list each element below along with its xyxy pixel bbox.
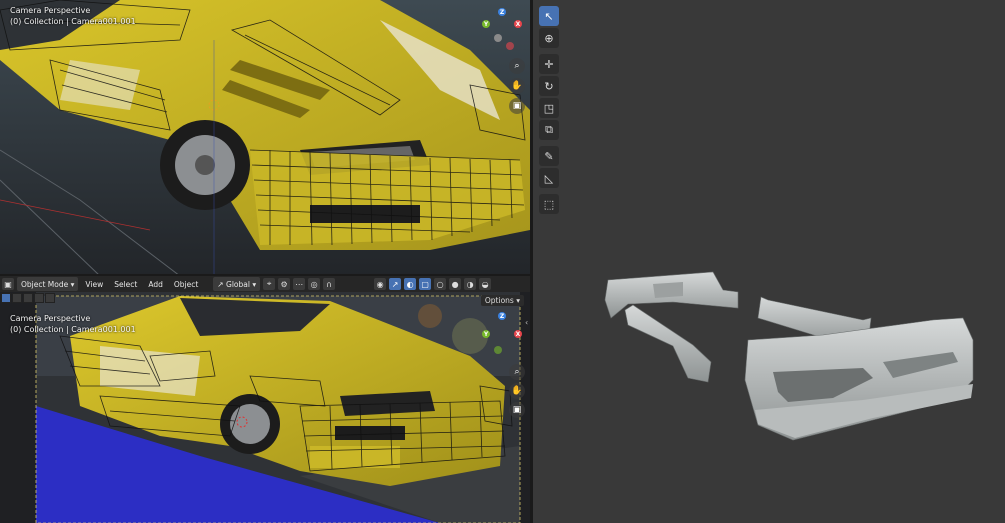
car-reference-scene (0, 0, 530, 276)
zoom-icon[interactable]: ⌕ (509, 364, 525, 380)
menu-select[interactable]: Select (110, 277, 141, 291)
shading-material-icon[interactable]: ◑ (464, 278, 477, 290)
select-new-icon[interactable] (1, 293, 11, 303)
menu-view[interactable]: View (81, 277, 107, 291)
move-icon[interactable]: ✛ (539, 54, 559, 74)
select-invert-icon[interactable] (34, 293, 44, 303)
x-axis-icon[interactable]: X (514, 20, 522, 28)
shading-rendered-icon[interactable]: ◒ (479, 278, 492, 290)
scale-icon[interactable]: ◳ (539, 98, 559, 118)
overlay-icon[interactable]: ◐ (404, 278, 417, 290)
measure-icon[interactable]: ◺ (539, 168, 559, 188)
zoom-icon[interactable]: ⌕ (509, 58, 525, 74)
navigation-gizmo[interactable]: Z X Y (478, 6, 526, 54)
rotate-icon[interactable]: ↻ (539, 76, 559, 96)
neg-axis-icon[interactable] (494, 346, 502, 354)
transform-icon[interactable]: ⧉ (539, 120, 559, 140)
sidebar-toggle-icon[interactable]: ‹ (525, 318, 528, 327)
add-cube-icon[interactable]: ⬚ (539, 194, 559, 214)
xray-icon[interactable]: ▢ (419, 278, 432, 290)
select-subtract-icon[interactable] (23, 293, 33, 303)
z-axis-icon[interactable]: Z (498, 312, 506, 320)
orientation-label: Global (226, 279, 250, 289)
navigation-gizmo[interactable]: Z X Y (478, 310, 526, 358)
viewport-title: Camera Perspective (10, 6, 91, 15)
gizmo-icon[interactable]: ↗ (389, 278, 402, 290)
viewport-header: ▣ Object Mode ▾ View Select Add Object ↗… (0, 276, 530, 292)
selection-mode-buttons (1, 293, 55, 303)
options-dropdown[interactable]: Options ▾ (480, 295, 524, 306)
select-box-icon[interactable]: ↖ (539, 6, 559, 26)
pivot-icon[interactable]: ⌖ (263, 278, 276, 290)
z-axis-icon[interactable]: Z (498, 8, 506, 16)
y-axis-icon[interactable]: Y (482, 20, 490, 28)
annotate-icon[interactable]: ✎ (539, 146, 559, 166)
menu-object[interactable]: Object (170, 277, 202, 291)
options-label: Options (484, 296, 514, 305)
orientation-dropdown[interactable]: ↗ Global ▾ (213, 277, 261, 291)
neg-axis-icon[interactable] (506, 42, 514, 50)
right-viewport[interactable] (533, 0, 1005, 523)
mode-dropdown[interactable]: Object Mode ▾ (17, 277, 79, 291)
editor-type-icon[interactable]: ▣ (2, 278, 14, 290)
viewport-collection: (0) Collection | Camera001.001 (10, 17, 136, 26)
y-axis-icon[interactable]: Y (482, 330, 490, 338)
snap-target-icon[interactable]: ⋯ (293, 278, 306, 290)
viewport-collection: (0) Collection | Camera001.001 (10, 325, 136, 334)
pan-hand-icon[interactable]: ✋ (509, 383, 525, 399)
bodykit-parts-scene (604, 271, 974, 441)
neg-axis-icon[interactable] (494, 34, 502, 42)
visibility-icon[interactable]: ◉ (374, 278, 387, 290)
falloff-icon[interactable]: ∩ (323, 278, 336, 290)
snap-icon[interactable]: ⚙ (278, 278, 291, 290)
menu-add[interactable]: Add (144, 277, 167, 291)
top-viewport[interactable]: Camera Perspective (0) Collection | Came… (0, 0, 530, 276)
x-axis-icon[interactable]: X (514, 330, 522, 338)
shading-wireframe-icon[interactable]: ○ (434, 278, 447, 290)
pan-hand-icon[interactable]: ✋ (509, 78, 525, 94)
cursor-icon[interactable]: ⊕ (539, 28, 559, 48)
select-extend-icon[interactable] (12, 293, 22, 303)
shading-solid-icon[interactable]: ● (449, 278, 462, 290)
viewport-title: Camera Perspective (10, 314, 91, 323)
mode-label: Object Mode (21, 279, 69, 289)
bottom-viewport[interactable]: ▣ Object Mode ▾ View Select Add Object ↗… (0, 276, 530, 523)
select-intersect-icon[interactable] (45, 293, 55, 303)
proportional-edit-icon[interactable]: ◎ (308, 278, 321, 290)
orientation-icon: ↗ (217, 279, 224, 289)
tool-shelf: ↖ ⊕ ✛ ↻ ◳ ⧉ ✎ ◺ ⬚ (537, 5, 561, 215)
camera-view-icon[interactable]: ▣ (509, 98, 525, 114)
camera-view-icon[interactable]: ▣ (509, 402, 525, 418)
